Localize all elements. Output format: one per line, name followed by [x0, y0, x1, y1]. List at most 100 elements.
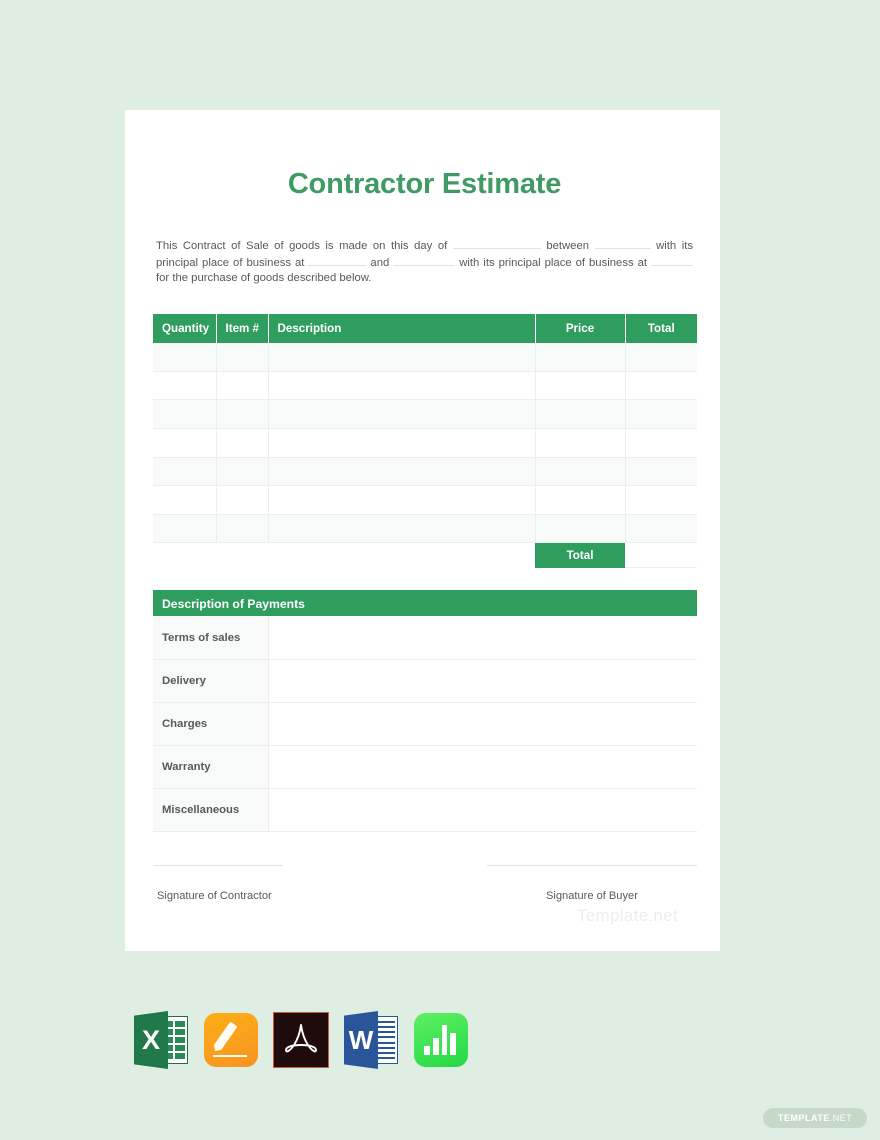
grand-total-row: Total	[153, 543, 697, 569]
cell-quantity[interactable]	[153, 514, 217, 544]
cell-total[interactable]	[625, 399, 697, 430]
signature-line-buyer[interactable]	[487, 864, 697, 866]
column-header-quantity: Quantity	[153, 313, 217, 343]
cell-item[interactable]	[216, 371, 269, 401]
cell-item[interactable]	[216, 428, 269, 458]
cell-item[interactable]	[216, 485, 269, 515]
payments-value-warranty[interactable]	[267, 745, 697, 789]
payments-value-charges[interactable]	[267, 702, 697, 746]
cell-item[interactable]	[216, 457, 269, 487]
intro-text-6: for the purchase of goods described belo…	[156, 272, 372, 285]
list-item[interactable]: Delivery	[153, 659, 697, 703]
cell-quantity[interactable]	[153, 371, 217, 401]
grand-total-value[interactable]	[625, 543, 697, 569]
grand-total-label: Total	[535, 543, 625, 569]
word-letter: W	[348, 1024, 374, 1055]
cell-total[interactable]	[625, 485, 697, 515]
table-row[interactable]	[153, 457, 697, 487]
cell-description[interactable]	[268, 457, 536, 487]
pages-rule-shape	[213, 1055, 247, 1057]
watermark-text: Template.net	[577, 905, 678, 925]
payments-table: Terms of sales Delivery Charges Warranty	[153, 616, 697, 832]
column-header-total: Total	[625, 313, 697, 343]
table-row[interactable]	[153, 428, 697, 458]
excel-letter: X	[141, 1024, 160, 1055]
cell-price[interactable]	[535, 371, 626, 401]
payments-section-header: Description of Payments	[153, 590, 697, 617]
list-item[interactable]: Miscellaneous	[153, 788, 697, 832]
cell-total[interactable]	[625, 342, 697, 372]
intro-text-2: between	[546, 240, 590, 252]
items-table: Quantity Item # Description Price Total	[153, 313, 697, 544]
cell-item[interactable]	[216, 342, 269, 372]
cell-quantity[interactable]	[153, 428, 217, 458]
payments-label-terms-of-sales: Terms of sales	[153, 616, 269, 660]
intro-text-5: with its principal place of business at	[459, 256, 648, 269]
cell-price[interactable]	[535, 514, 626, 544]
items-table-header-row: Quantity Item # Description Price Total	[153, 313, 697, 343]
payments-value-delivery[interactable]	[267, 659, 697, 703]
cell-description[interactable]	[268, 514, 536, 544]
payments-label-charges: Charges	[153, 702, 269, 746]
cell-quantity[interactable]	[153, 399, 217, 430]
cell-description[interactable]	[268, 342, 536, 372]
signature-label-buyer: Signature of Buyer	[546, 889, 638, 902]
cell-total[interactable]	[625, 428, 697, 458]
cell-price[interactable]	[535, 485, 626, 515]
cell-item[interactable]	[216, 399, 269, 430]
table-row[interactable]	[153, 399, 697, 430]
pages-icon[interactable]	[202, 1011, 260, 1069]
intro-blank-address-1[interactable]	[308, 255, 367, 266]
payments-label-delivery: Delivery	[153, 659, 269, 703]
acrobat-a-glyph	[272, 1011, 330, 1069]
intro-blank-address-2[interactable]	[651, 255, 693, 266]
column-header-description: Description	[268, 313, 536, 343]
cell-item[interactable]	[216, 514, 269, 544]
table-row[interactable]	[153, 485, 697, 515]
payments-section: Description of Payments Terms of sales D…	[153, 590, 697, 832]
word-icon[interactable]: W	[342, 1011, 400, 1069]
cell-price[interactable]	[535, 399, 626, 430]
numbers-bars-shape	[424, 1025, 456, 1055]
pages-background-shape	[204, 1013, 258, 1067]
document-content: Contractor Estimate This Contract of Sal…	[152, 110, 697, 925]
column-header-price: Price	[535, 313, 626, 343]
cell-quantity[interactable]	[153, 485, 217, 515]
cell-description[interactable]	[268, 371, 536, 401]
intro-blank-date[interactable]	[452, 238, 541, 249]
intro-paragraph: This Contract of Sale of goods is made o…	[156, 238, 693, 287]
cell-price[interactable]	[535, 342, 626, 372]
cell-total[interactable]	[625, 371, 697, 401]
list-item[interactable]: Warranty	[153, 745, 697, 789]
excel-icon[interactable]: X	[132, 1011, 190, 1069]
table-row[interactable]	[153, 514, 697, 544]
cell-description[interactable]	[268, 399, 536, 430]
intro-blank-party-2[interactable]	[393, 255, 456, 266]
cell-description[interactable]	[268, 485, 536, 515]
cell-total[interactable]	[625, 514, 697, 544]
document-card: Contractor Estimate This Contract of Sal…	[125, 110, 720, 951]
table-row[interactable]	[153, 371, 697, 401]
page-title: Contractor Estimate	[287, 168, 562, 200]
signature-label-contractor: Signature of Contractor	[157, 889, 272, 902]
pdf-icon[interactable]	[272, 1011, 330, 1069]
cell-total[interactable]	[625, 457, 697, 487]
list-item[interactable]: Terms of sales	[153, 616, 697, 660]
cell-quantity[interactable]	[153, 457, 217, 487]
cell-price[interactable]	[535, 428, 626, 458]
template-net-badge[interactable]: TEMPLATE .NET	[763, 1108, 867, 1128]
signature-line-contractor[interactable]	[153, 864, 283, 866]
payments-value-miscellaneous[interactable]	[267, 788, 697, 832]
list-item[interactable]: Charges	[153, 702, 697, 746]
table-row[interactable]	[153, 342, 697, 372]
intro-blank-party-1[interactable]	[594, 238, 651, 249]
intro-text-4: and	[370, 256, 390, 269]
payments-value-terms-of-sales[interactable]	[267, 616, 697, 660]
column-header-item: Item #	[216, 313, 269, 343]
badge-sub-text: .NET	[829, 1113, 853, 1123]
cell-description[interactable]	[268, 428, 536, 458]
cell-price[interactable]	[535, 457, 626, 487]
numbers-icon[interactable]	[412, 1011, 470, 1069]
signature-section: Signature of Contractor Signature of Buy…	[152, 864, 697, 925]
cell-quantity[interactable]	[153, 342, 217, 372]
